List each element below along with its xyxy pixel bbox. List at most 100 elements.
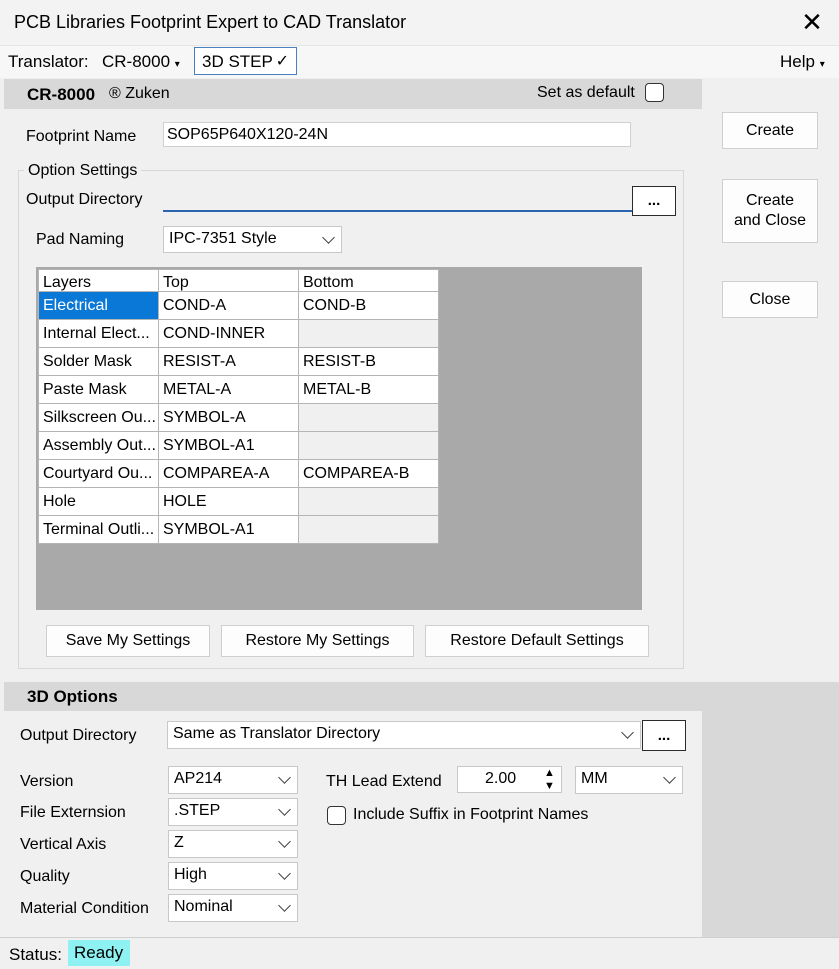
create-and-close-button[interactable]: Create and Close — [722, 179, 818, 243]
chevron-down-icon — [278, 835, 291, 848]
quality-select[interactable]: High — [168, 862, 298, 890]
table-row[interactable]: Assembly Out... SYMBOL-A1 — [38, 431, 439, 460]
vendor-label: ® Zuken — [109, 85, 170, 102]
unit-select[interactable]: MM — [575, 766, 683, 794]
layer-name-cell[interactable]: Silkscreen Ou... — [38, 403, 159, 432]
pad-naming-select[interactable]: IPC-7351 Style — [163, 226, 342, 253]
table-row[interactable]: Terminal Outli... SYMBOL-A1 — [38, 515, 439, 544]
bottom-layer-cell[interactable]: METAL-B — [298, 375, 439, 404]
bottom-layer-cell[interactable]: COND-B — [298, 291, 439, 320]
layer-name-cell[interactable]: Solder Mask — [38, 347, 159, 376]
chevron-down-icon: ▾ — [174, 59, 180, 70]
create-button[interactable]: Create — [722, 112, 818, 149]
file-extension-select[interactable]: .STEP — [168, 798, 298, 826]
restore-default-settings-button[interactable]: Restore Default Settings — [425, 625, 649, 657]
restore-my-settings-button[interactable]: Restore My Settings — [221, 625, 414, 657]
check-icon: ✓ — [275, 53, 289, 70]
close-button[interactable]: Close — [722, 281, 818, 318]
set-default-label: Set as default — [537, 84, 635, 101]
bottom-layer-cell[interactable]: RESIST-B — [298, 347, 439, 376]
output-directory-label: Output Directory — [26, 191, 143, 208]
translator-header: CR-8000 ® Zuken Set as default — [4, 79, 702, 109]
column-header-bottom[interactable]: Bottom — [298, 269, 439, 292]
table-row[interactable]: Silkscreen Ou... SYMBOL-A — [38, 403, 439, 432]
version-label: Version — [20, 773, 74, 790]
chevron-down-icon — [278, 803, 291, 816]
material-condition-select[interactable]: Nominal — [168, 894, 298, 922]
quality-value: High — [174, 866, 207, 883]
layer-name-cell[interactable]: Paste Mask — [38, 375, 159, 404]
browse-output-directory-button[interactable]: ... — [632, 186, 676, 216]
window-title: PCB Libraries Footprint Expert to CAD Tr… — [14, 12, 407, 32]
layer-name-cell[interactable]: Electrical — [38, 291, 159, 320]
table-row[interactable]: Hole HOLE — [38, 487, 439, 516]
save-my-settings-button[interactable]: Save My Settings — [46, 625, 210, 657]
chevron-down-icon — [621, 726, 634, 739]
top-layer-cell[interactable]: SYMBOL-A1 — [158, 515, 299, 544]
translator-value: CR-8000 — [102, 52, 171, 71]
column-header-top[interactable]: Top — [158, 269, 299, 292]
version-select[interactable]: AP214 — [168, 766, 298, 794]
table-row[interactable]: Courtyard Ou... COMPAREA-A COMPAREA-B — [38, 459, 439, 488]
chevron-down-icon — [322, 231, 335, 244]
3d-output-directory-label: Output Directory — [20, 727, 137, 744]
top-layer-cell[interactable]: SYMBOL-A1 — [158, 431, 299, 460]
vertical-axis-select[interactable]: Z — [168, 830, 298, 858]
help-menu[interactable]: Help ▾ — [780, 52, 825, 72]
chevron-down-icon — [278, 771, 291, 784]
3d-output-directory-value: Same as Translator Directory — [173, 725, 381, 742]
help-label: Help — [780, 52, 815, 71]
right-panel-strip — [702, 682, 839, 937]
file-extension-value: .STEP — [174, 802, 221, 819]
top-layer-cell[interactable]: SYMBOL-A — [158, 403, 299, 432]
top-layer-cell[interactable]: METAL-A — [158, 375, 299, 404]
browse-3d-output-directory-button[interactable]: ... — [642, 720, 686, 751]
step-translator-button[interactable]: 3D STEP ✓ — [194, 47, 297, 75]
footprint-name-input[interactable]: SOP65P640X120-24N — [163, 122, 631, 147]
top-layer-cell[interactable]: RESIST-A — [158, 347, 299, 376]
3d-output-directory-select[interactable]: Same as Translator Directory — [167, 721, 641, 749]
table-row[interactable]: Paste Mask METAL-A METAL-B — [38, 375, 439, 404]
chevron-down-icon — [663, 771, 676, 784]
bottom-layer-cell[interactable]: COMPAREA-B — [298, 459, 439, 488]
layer-name-cell[interactable]: Courtyard Ou... — [38, 459, 159, 488]
table-row[interactable]: Internal Elect... COND-INNER — [38, 319, 439, 348]
top-layer-cell[interactable]: COND-INNER — [158, 319, 299, 348]
th-lead-extend-input[interactable]: 2.00 ▲ ▼ — [457, 766, 562, 793]
layer-name-cell[interactable]: Internal Elect... — [38, 319, 159, 348]
material-condition-value: Nominal — [174, 898, 233, 915]
table-row[interactable]: Solder Mask RESIST-A RESIST-B — [38, 347, 439, 376]
chevron-down-icon — [278, 899, 291, 912]
option-settings-title: Option Settings — [24, 162, 142, 180]
top-layer-cell[interactable]: HOLE — [158, 487, 299, 516]
status-badge: Ready — [68, 940, 130, 966]
footprint-name-value: SOP65P640X120-24N — [167, 126, 328, 143]
top-layer-cell[interactable]: COMPAREA-A — [158, 459, 299, 488]
create-and-close-line1: Create — [745, 192, 795, 209]
include-suffix-checkbox[interactable] — [327, 806, 346, 825]
unit-value: MM — [581, 770, 608, 787]
spin-down-icon[interactable]: ▼ — [544, 780, 555, 792]
vertical-axis-label: Vertical Axis — [20, 836, 107, 853]
quality-label: Quality — [20, 868, 70, 885]
chevron-down-icon — [278, 867, 291, 880]
file-extension-label: File Externsion — [20, 804, 126, 821]
close-window-icon[interactable]: ✕ — [798, 8, 826, 36]
chevron-down-icon: ▾ — [819, 59, 825, 70]
include-suffix-label: Include Suffix in Footprint Names — [353, 806, 589, 823]
footprint-name-label: Footprint Name — [26, 128, 137, 145]
layer-name-cell[interactable]: Terminal Outli... — [38, 515, 159, 544]
bottom-layer-cell — [298, 403, 439, 432]
layer-name-cell[interactable]: Assembly Out... — [38, 431, 159, 460]
translator-menu[interactable]: CR-8000 ▾ — [102, 52, 180, 72]
layer-name-cell[interactable]: Hole — [38, 487, 159, 516]
set-default-checkbox[interactable] — [645, 83, 664, 102]
layers-table: Layers Top Bottom Electrical COND-A COND… — [38, 269, 439, 544]
spin-up-icon[interactable]: ▲ — [544, 767, 555, 779]
top-layer-cell[interactable]: COND-A — [158, 291, 299, 320]
material-condition-label: Material Condition — [20, 900, 149, 917]
column-header-layers[interactable]: Layers — [38, 269, 159, 292]
title-bar: PCB Libraries Footprint Expert to CAD Tr… — [0, 0, 839, 46]
table-row[interactable]: Electrical COND-A COND-B — [38, 291, 439, 320]
output-directory-input[interactable] — [163, 188, 635, 212]
